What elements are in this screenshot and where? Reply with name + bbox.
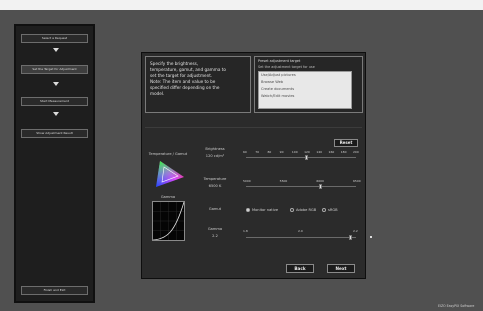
arrow-down-icon	[53, 82, 59, 86]
gamut-radio-monitor-native[interactable]	[246, 208, 250, 212]
target-dialog: Specify the brightness, temperature, gam…	[141, 52, 366, 279]
scale-tick-label: 60	[243, 150, 247, 154]
brightness-slider-handle[interactable]	[305, 155, 308, 160]
step-set-target-button[interactable]: Set the Target for Adjustment	[21, 65, 88, 74]
step-start-measurement-button[interactable]: Start Measurement	[21, 97, 88, 106]
divider	[145, 127, 362, 128]
gamut-option-label: Monitor native	[252, 208, 279, 212]
scale-tick-label: 2.0	[298, 229, 303, 233]
gamut-graph-label: Temperature / Gamut	[148, 152, 188, 156]
scale-tick-label: 160	[328, 150, 335, 154]
brightness-value: 120 cd/m²	[205, 154, 225, 158]
instruction-text: Specify the brightness, temperature, gam…	[150, 61, 226, 96]
preset-box: Preset adjustment target Set the adjustm…	[254, 56, 363, 113]
temperature-slider-track[interactable]	[246, 186, 356, 187]
temperature-slider-handle[interactable]	[319, 184, 323, 189]
gamma-slider-track[interactable]	[246, 237, 356, 238]
gamut-triangle-icon	[154, 159, 186, 189]
preset-item[interactable]: Create documents	[259, 86, 351, 93]
gamut-option-label: Adobe RGB	[296, 208, 317, 212]
temperature-label: Temperature	[203, 177, 227, 181]
gamma-slider-handle[interactable]	[349, 235, 352, 240]
scale-tick-label: 2.2	[353, 229, 358, 233]
preset-item[interactable]: Use/Adjust pictures	[259, 72, 351, 79]
gamut-radio-adobe-rgb[interactable]	[290, 208, 294, 212]
gamma-label: Gamma	[207, 227, 223, 231]
gamma-value: 2.2	[212, 234, 218, 238]
steps-panel: Select a Request Set the Target for Adju…	[14, 24, 95, 303]
arrow-down-icon	[53, 48, 59, 52]
gamut-label: Gamut	[208, 207, 222, 211]
arrow-down-icon	[53, 112, 59, 116]
scale-tick-label: 180	[340, 150, 347, 154]
gamma-curve-graph	[152, 201, 185, 241]
scale-tick-label: 90	[279, 150, 284, 154]
top-bar	[0, 0, 483, 10]
mouse-cursor	[370, 236, 372, 238]
finish-exit-button[interactable]: Finish and Exit	[21, 286, 88, 295]
preset-item[interactable]: Watch/Edit movies	[259, 93, 351, 100]
scale-tick-label: 6500	[353, 179, 361, 183]
scale-tick-label: 70	[255, 150, 260, 154]
reset-button[interactable]: Reset	[334, 139, 358, 147]
scale-tick-label: 120	[304, 150, 310, 154]
preset-item[interactable]: Browse Web	[259, 79, 351, 86]
scale-tick-label: 1.8	[243, 229, 248, 233]
scale-tick-label: 5000	[243, 179, 251, 183]
scale-tick-label: 6000	[316, 179, 324, 183]
scale-tick-label: 200	[353, 150, 359, 154]
gamut-radio-srgb[interactable]	[322, 208, 326, 212]
scale-tick-label: 100	[291, 150, 298, 154]
back-button[interactable]: Back	[286, 264, 314, 273]
scale-tick-label: 80	[267, 150, 272, 154]
instruction-box: Specify the brightness, temperature, gam…	[145, 56, 251, 113]
gamma-graph-label: Gamma	[160, 195, 176, 199]
preset-title: Preset adjustment target	[258, 59, 301, 63]
scale-tick-label: 5500	[279, 179, 288, 183]
brightness-label: Brightness	[205, 147, 225, 151]
temperature-value: 6500 K	[208, 184, 222, 188]
brightness-slider-track[interactable]	[246, 157, 356, 158]
brand-label: EIZO EasyPIX Software	[438, 304, 475, 308]
preset-list[interactable]: Use/Adjust pictures Browse Web Create do…	[258, 71, 352, 109]
preset-subtitle: Set the adjustment target for use	[258, 65, 315, 69]
step-select-request-button[interactable]: Select a Request	[21, 34, 88, 43]
step-show-result-button[interactable]: Show Adjustment Result	[21, 129, 88, 138]
gamut-option-label: sRGB	[328, 208, 338, 212]
next-button[interactable]: Next	[327, 264, 355, 273]
scale-tick-label: 140	[316, 150, 323, 154]
